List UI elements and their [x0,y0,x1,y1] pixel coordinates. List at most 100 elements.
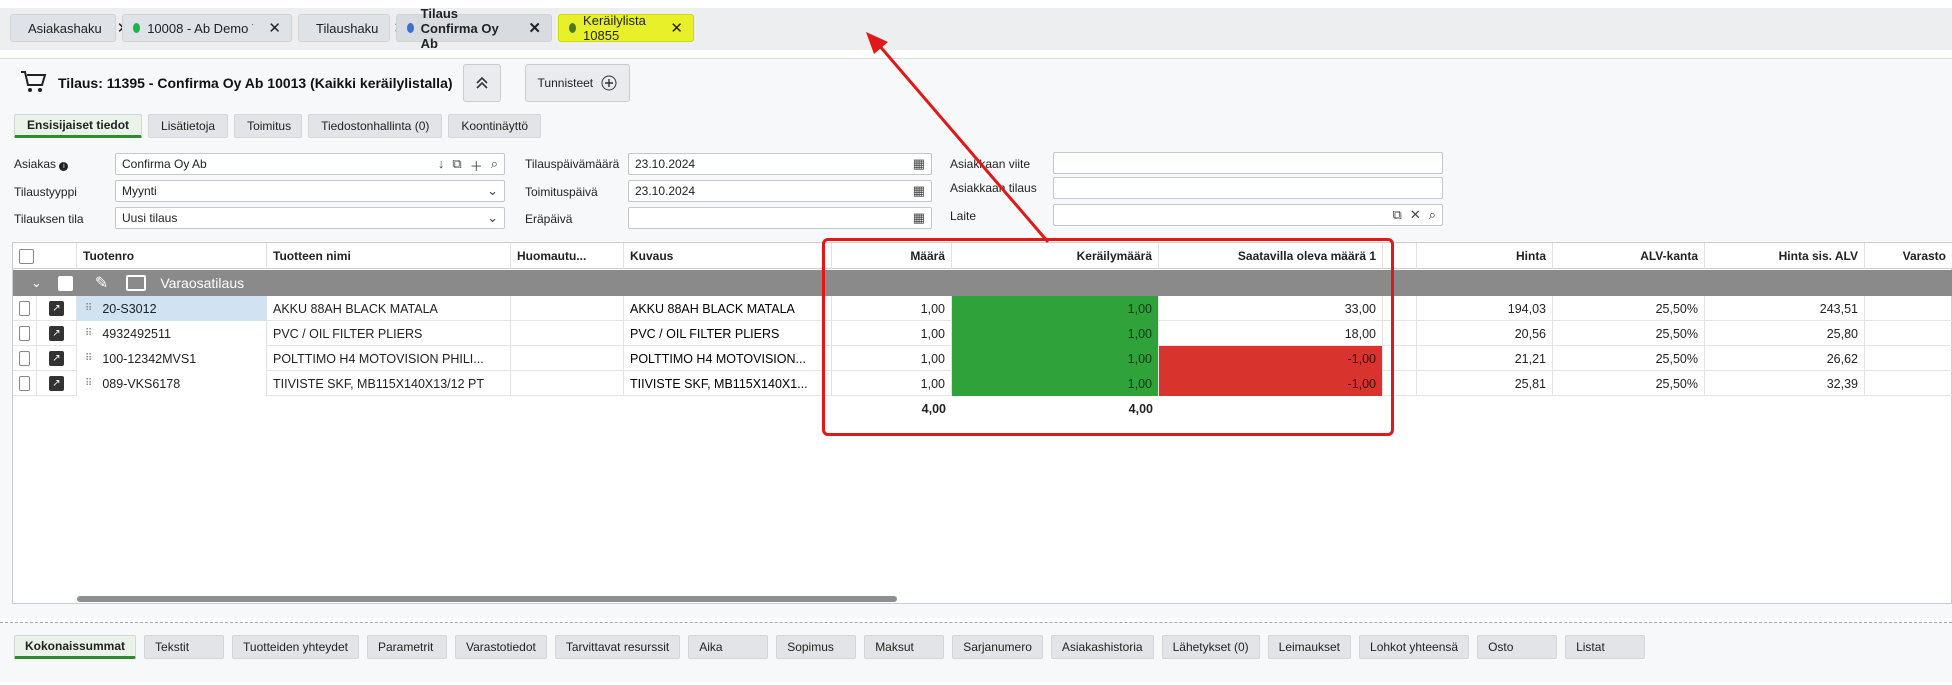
cell-huomautus[interactable] [511,346,624,371]
bottom-tab[interactable]: Sopimus [776,635,857,659]
select-all-checkbox[interactable] [19,248,34,264]
cell-varasto[interactable] [1865,296,1952,321]
collapse-button[interactable] [462,64,501,102]
arrow-down-icon[interactable]: ↓ [438,156,445,175]
cell-tuotenro[interactable]: ⠿ 4932492511 [77,321,267,346]
cell-hinta[interactable]: 21,21 [1417,346,1553,371]
drag-handle-icon[interactable]: ⠿ [85,328,92,339]
cell-huomautus[interactable] [511,371,624,396]
bottom-tab[interactable]: Osto [1477,635,1558,659]
col-varasto[interactable]: Varasto [1865,243,1952,269]
open-external-icon[interactable]: ⧉ [452,156,461,175]
group-checkbox[interactable] [57,275,73,291]
col-tuotteen-nimi[interactable]: Tuotteen nimi [267,243,511,269]
tab-koontinaytto[interactable]: Koontinäyttö [448,114,542,138]
bottom-tab[interactable]: Tekstit [144,635,225,659]
asiakas-field[interactable]: Confirma Oy Ab ↓ ⧉ ＋ ⌕ [115,153,505,175]
cell-kuvaus[interactable]: AKKU 88AH BLACK MATALA [624,296,832,321]
add-icon[interactable]: ＋ [470,156,483,175]
bottom-tab[interactable]: Parametrit [367,635,447,659]
open-row-icon[interactable]: ↗ [49,351,64,366]
chevron-down-icon[interactable]: ⌄ [31,275,42,291]
open-row-icon[interactable]: ↗ [49,301,64,316]
cell-kuvaus[interactable]: TIIVISTE SKF, MB115X140X1... [624,371,832,396]
cell-tuotteen-nimi[interactable]: PVC / OIL FILTER PLIERS [267,321,511,346]
cell-kuvaus[interactable]: POLTTIMO H4 MOTOVISION... [624,346,832,371]
cell-huomautus[interactable] [511,321,624,346]
cell-tuotteen-nimi[interactable]: TIIVISTE SKF, MB115X140X13/12 PT [267,371,511,396]
cell-alv-kanta[interactable]: 25,50% [1553,371,1705,396]
cell-hinta[interactable]: 20,56 [1417,321,1553,346]
row-checkbox[interactable] [19,301,30,316]
tilaustyyppi-select[interactable]: Myynti ⌄ [115,180,505,202]
calendar-icon[interactable]: ▦ [913,156,925,172]
cell-hinta[interactable]: 25,81 [1417,371,1553,396]
horizontal-scrollbar[interactable] [77,596,897,602]
cell-tuotenro[interactable]: ⠿ 089-VKS6178 [77,371,267,396]
bottom-tab[interactable]: Aika [688,635,769,659]
calendar-icon[interactable]: ▦ [913,183,925,199]
tab-toimitus[interactable]: Toimitus [234,114,303,138]
col-huomautus[interactable]: Huomautu... [511,243,624,269]
bottom-tab[interactable]: Kokonaissummat [14,635,137,659]
close-icon[interactable]: ✕ [268,19,281,37]
bottom-tab[interactable]: Leimaukset [1267,635,1352,659]
drag-handle-icon[interactable]: ⠿ [85,378,92,389]
bottom-tab[interactable]: Tarvittavat resurssit [554,635,681,659]
cell-alv-kanta[interactable]: 25,50% [1553,321,1705,346]
cell-varasto[interactable] [1865,321,1952,346]
tab-ensisijaiset-tiedot[interactable]: Ensisijaiset tiedot [14,114,143,138]
cell-alv-kanta[interactable]: 25,50% [1553,296,1705,321]
col-alv-kanta[interactable]: ALV-kanta [1553,243,1705,269]
close-icon[interactable]: ✕ [528,19,541,37]
col-kuvaus[interactable]: Kuvaus [624,243,832,269]
bottom-tab[interactable]: Lohkot yhteensä [1359,635,1470,659]
search-icon[interactable]: ⌕ [491,156,498,175]
cell-kuvaus[interactable]: PVC / OIL FILTER PLIERS [624,321,832,346]
search-icon[interactable]: ⌕ [1429,207,1436,223]
tab-lisatietoja[interactable]: Lisätietoja [148,114,229,138]
open-row-icon[interactable]: ↗ [49,326,64,341]
tilauksen-tila-select[interactable]: Uusi tilaus ⌄ [115,207,505,229]
tags-button[interactable]: Tunnisteet [524,64,631,102]
cell-tuotenro[interactable]: ⠿ 100-12342MVS1 [77,346,267,371]
col-hinta[interactable]: Hinta [1417,243,1553,269]
cell-varasto[interactable] [1865,371,1952,396]
tab-tilaushaku[interactable]: Tilaushaku✕ [298,14,406,42]
laite-field[interactable]: ⧉ ✕ ⌕ [1053,204,1443,226]
bottom-tab[interactable]: Varastotiedot [455,635,547,659]
bottom-tab[interactable]: Listat [1565,635,1646,659]
drag-handle-icon[interactable]: ⠿ [85,303,92,314]
close-icon[interactable]: ✕ [670,19,683,37]
drag-handle-icon[interactable]: ⠿ [85,353,92,364]
tilauspvm-field[interactable]: 23.10.2024 ▦ [628,153,932,175]
col-hinta-sis-alv[interactable]: Hinta sis. ALV [1705,243,1865,269]
clear-icon[interactable]: ✕ [1410,207,1421,223]
cell-hinta[interactable]: 194,03 [1417,296,1553,321]
bottom-tab[interactable]: Maksut [864,635,945,659]
asiakkaan-viite-field[interactable] [1053,152,1443,174]
row-checkbox[interactable] [19,326,30,341]
col-tuotenro[interactable]: Tuotenro [77,243,267,269]
row-checkbox[interactable] [19,376,30,391]
open-external-icon[interactable]: ⧉ [1393,207,1402,223]
tab-tiedostonhallinta[interactable]: Tiedostonhallinta (0) [308,114,443,138]
cell-tuotteen-nimi[interactable]: POLTTIMO H4 MOTOVISION PHILI... [267,346,511,371]
tab-tilaus-confirma[interactable]: Tilaus Confirma Oy Ab ✕ [396,6,552,51]
row-checkbox[interactable] [19,351,30,366]
bottom-tab[interactable]: Lähetykset (0) [1161,635,1260,659]
bottom-tab[interactable]: Tuotteiden yhteydet [232,635,359,659]
tab-kerailylista[interactable]: Keräilylista 10855 ✕ [558,13,694,43]
cell-huomautus[interactable] [511,296,624,321]
cell-hinta-sis-alv[interactable]: 243,51 [1705,296,1865,321]
toimituspvm-field[interactable]: 23.10.2024 ▦ [628,180,932,202]
cell-hinta-sis-alv[interactable]: 26,62 [1705,346,1865,371]
erapaiva-field[interactable]: ▦ [628,207,932,229]
asiakkaan-tilaus-field[interactable] [1053,177,1443,199]
open-row-icon[interactable]: ↗ [49,376,64,391]
tab-demo-yritys[interactable]: 10008 - Ab Demo Yritys... ✕ [122,14,292,42]
calendar-icon[interactable]: ▦ [913,210,925,226]
cell-tuotteen-nimi[interactable]: AKKU 88AH BLACK MATALA [267,296,511,321]
tab-asiakashaku[interactable]: Asiakashaku✕ [10,14,129,42]
cell-alv-kanta[interactable]: 25,50% [1553,346,1705,371]
